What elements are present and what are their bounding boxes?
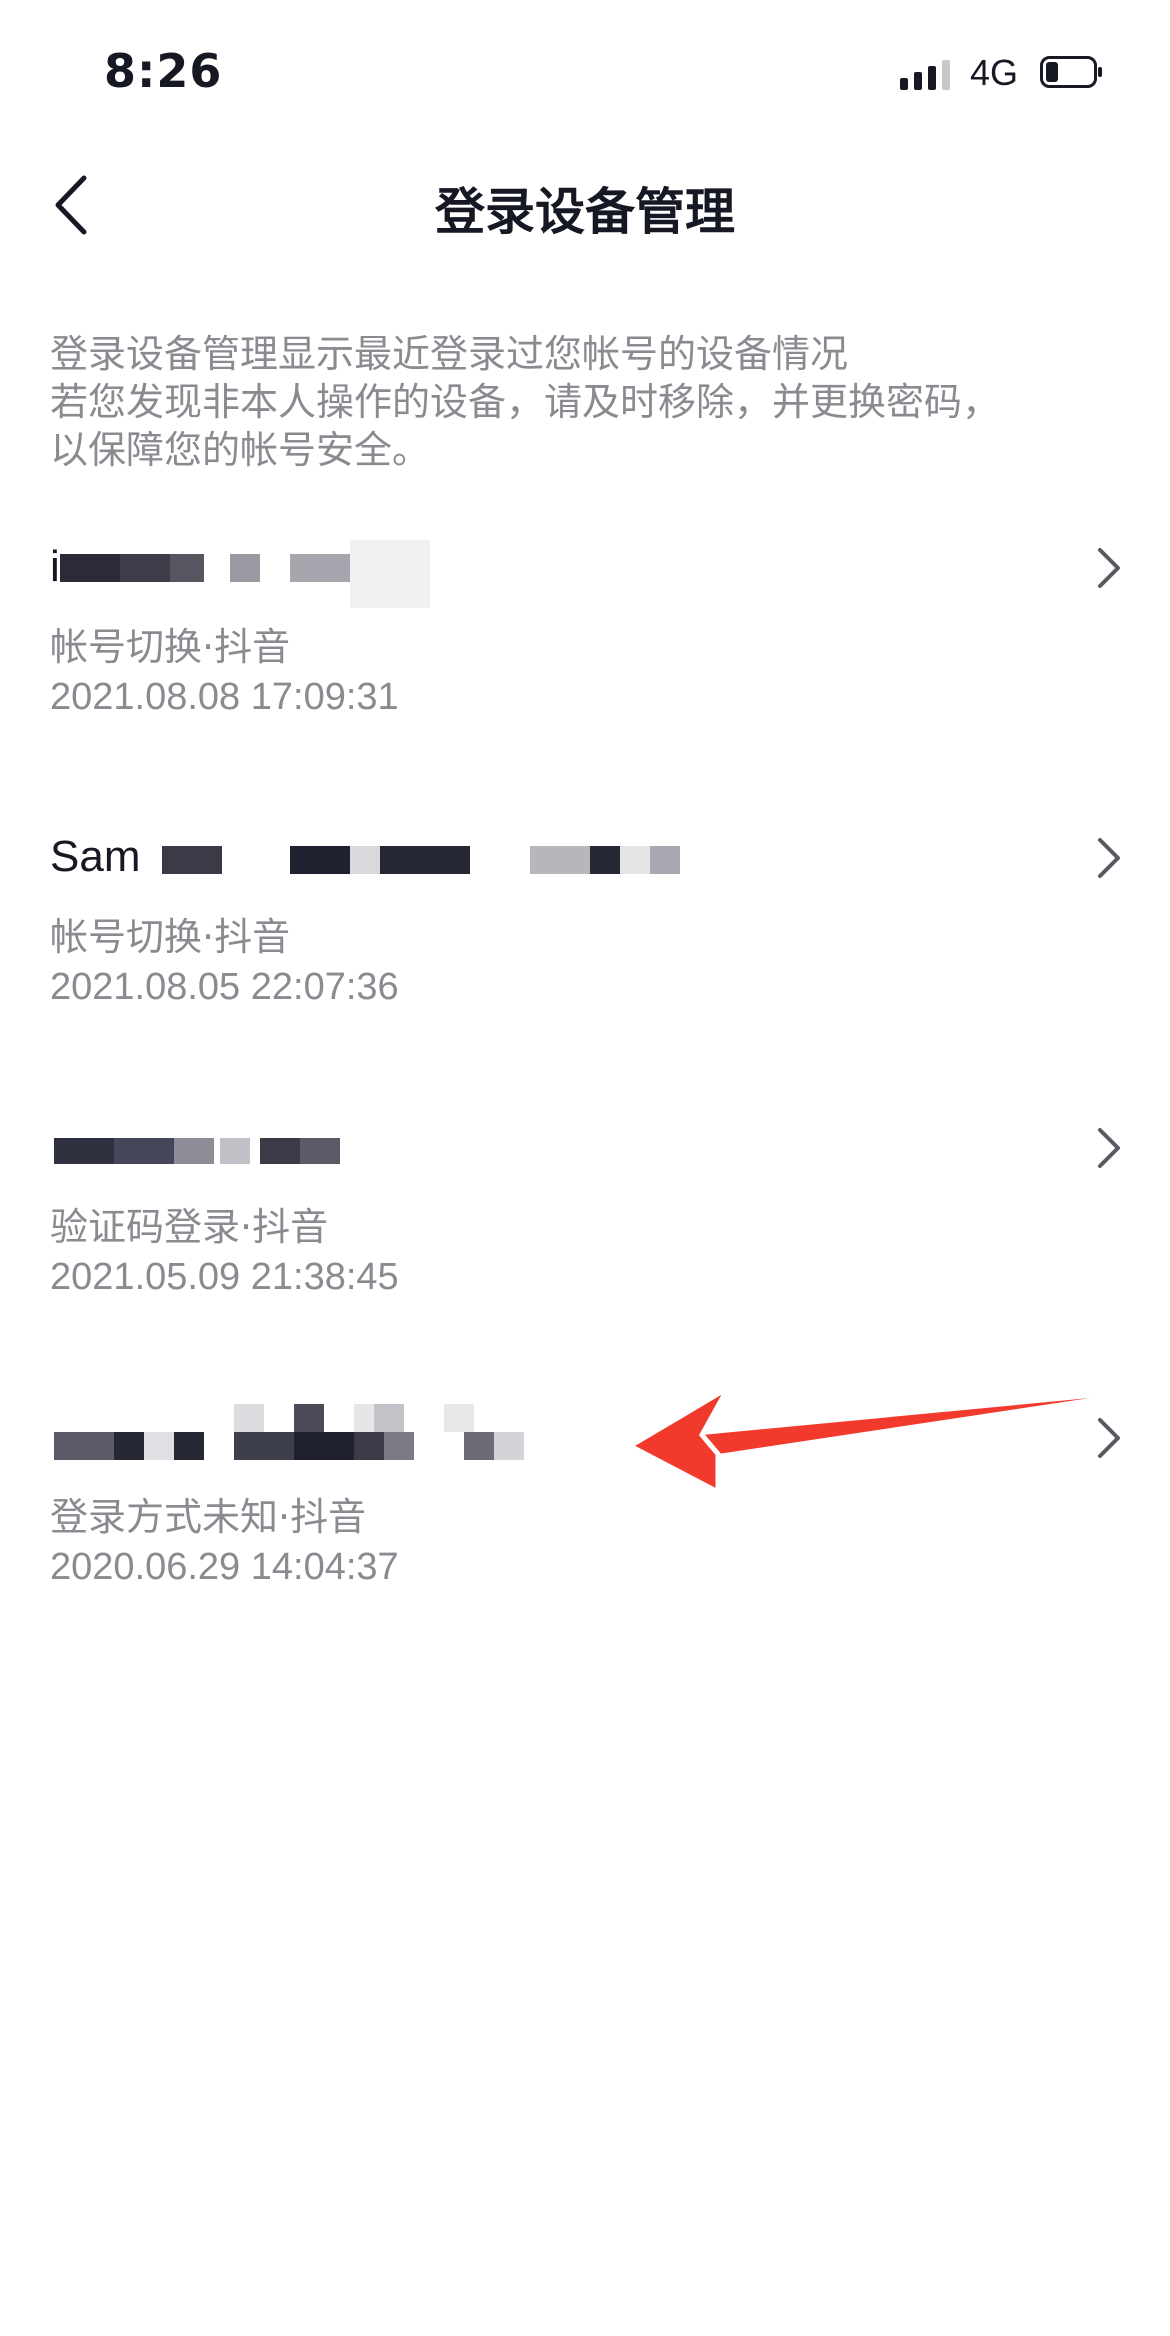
pixelated-block	[530, 846, 590, 874]
pixelated-block	[290, 846, 350, 874]
pixelated-block	[144, 1432, 174, 1460]
device-login-method: 登录方式未知·抖音	[50, 1495, 367, 1539]
device-login-time: 2021.08.08 17:09:31	[50, 676, 399, 718]
pixelated-block	[590, 846, 620, 874]
pixelated-block	[350, 846, 380, 874]
page-title: 登录设备管理	[435, 183, 735, 241]
pixelated-block	[234, 1432, 294, 1460]
pixelated-block	[54, 1138, 114, 1164]
description-line: 若您发现非本人操作的设备，请及时移除，并更换密码，	[50, 380, 1001, 424]
device-login-time: 2021.05.09 21:38:45	[50, 1256, 399, 1298]
device-login-method: 帐号切换·抖音	[50, 915, 291, 959]
description-line: 以保障您的帐号安全。	[50, 428, 431, 472]
pixelated-block	[54, 1432, 114, 1460]
device-login-method: 帐号切换·抖音	[50, 625, 291, 669]
chevron-right-icon	[1098, 548, 1120, 588]
pixelated-block	[494, 1432, 524, 1460]
pixelated-block	[350, 540, 430, 608]
pixelated-block	[464, 1432, 494, 1460]
pixelated-block	[60, 554, 120, 582]
pixelated-block	[300, 1138, 340, 1164]
chevron-right-icon	[1098, 1128, 1120, 1168]
network-type: 4G	[970, 52, 1019, 93]
pixelated-block	[374, 1404, 404, 1432]
status-bar: 8:26 4G	[0, 0, 1170, 150]
pixelated-block	[384, 1432, 414, 1460]
pixelated-block	[174, 1432, 204, 1460]
nav-bar: 登录设备管理	[0, 150, 1170, 260]
pixelated-block	[294, 1404, 324, 1432]
pixelated-block	[380, 846, 470, 874]
pixelated-block	[444, 1404, 474, 1432]
device-name: Sam	[50, 830, 850, 881]
pixelated-block	[230, 554, 260, 582]
description: 登录设备管理显示最近登录过您帐号的设备情况 若您发现非本人操作的设备，请及时移除…	[50, 330, 1130, 474]
device-login-time: 2021.08.05 22:07:36	[50, 966, 399, 1008]
device-name-text: i	[50, 542, 60, 591]
pixelated-block	[290, 554, 350, 582]
description-line: 登录设备管理显示最近登录过您帐号的设备情况	[50, 332, 849, 376]
pixelated-block	[114, 1432, 144, 1460]
device-name: i	[50, 540, 850, 608]
pixelated-block	[294, 1432, 354, 1460]
device-item[interactable]: 验证码登录·抖音 2021.05.09 21:38:45	[0, 1120, 1170, 1360]
device-login-method: 验证码登录·抖音	[50, 1205, 329, 1249]
signal-bars-icon	[900, 60, 950, 90]
pixelated-block	[650, 846, 680, 874]
device-item[interactable]: Sam 帐号切换·抖音 2021.08.05 22:07:36	[0, 830, 1170, 1070]
red-arrow-annotation	[624, 1381, 1090, 1497]
chevron-right-icon	[1098, 838, 1120, 878]
pixelated-block	[354, 1432, 384, 1460]
status-time: 8:26	[104, 44, 223, 98]
pixelated-block	[620, 846, 650, 874]
pixelated-block	[170, 554, 204, 582]
pixelated-block	[162, 846, 222, 874]
battery-icon	[1040, 56, 1102, 88]
device-login-time: 2020.06.29 14:04:37	[50, 1546, 399, 1588]
pixelated-block	[220, 1138, 250, 1164]
pixelated-block	[174, 1138, 214, 1164]
device-name-text: Sam	[50, 832, 141, 881]
device-item[interactable]: i 帐号切换·抖音 2021.08.08 17:09:31	[0, 540, 1170, 780]
pixelated-block	[114, 1138, 174, 1164]
device-name	[50, 1120, 850, 1170]
pixelated-block	[120, 554, 170, 582]
pixelated-block	[234, 1404, 264, 1432]
pixelated-block	[260, 1138, 300, 1164]
